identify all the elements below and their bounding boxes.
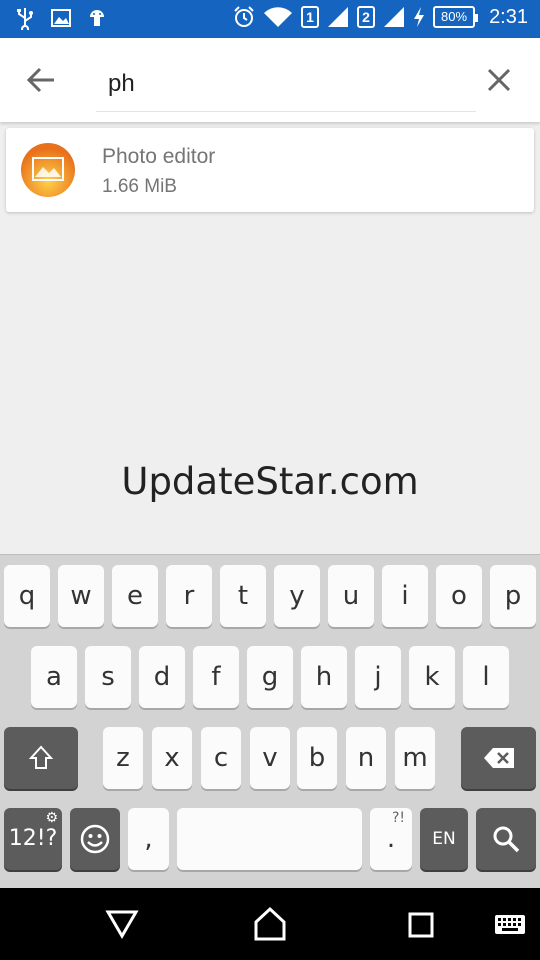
period-key[interactable]: ?! .: [370, 808, 412, 870]
symbols-key[interactable]: ⚙ 12!?: [4, 808, 62, 870]
gear-icon: ⚙: [45, 810, 58, 826]
photo-editor-icon: [20, 141, 76, 199]
search-bar: [0, 38, 540, 122]
wifi-icon: [263, 5, 293, 29]
emoji-key[interactable]: [70, 808, 120, 870]
key-b[interactable]: b: [297, 727, 337, 789]
close-icon: [487, 68, 511, 92]
key-x[interactable]: x: [152, 727, 192, 789]
home-icon: [254, 906, 286, 941]
sim2-badge: 2: [357, 6, 376, 28]
image-notification-icon: [50, 6, 72, 30]
key-v[interactable]: v: [250, 727, 290, 789]
signal-sim2-icon: [383, 5, 405, 29]
keyboard-icon: [495, 915, 525, 934]
triangle-back-icon: [105, 910, 139, 939]
key-l[interactable]: l: [463, 646, 509, 708]
clock: 2:31: [489, 5, 528, 28]
key-p[interactable]: p: [490, 565, 536, 627]
key-o[interactable]: o: [436, 565, 482, 627]
battery-indicator: 80%: [433, 6, 479, 28]
key-z[interactable]: z: [103, 727, 143, 789]
alarm-icon: [233, 5, 255, 29]
key-n[interactable]: n: [346, 727, 386, 789]
key-q[interactable]: q: [4, 565, 50, 627]
key-e[interactable]: e: [112, 565, 158, 627]
key-m[interactable]: m: [395, 727, 435, 789]
key-a[interactable]: a: [31, 646, 77, 708]
search-icon: [493, 826, 520, 853]
app-size: 1.66 MiB: [102, 176, 177, 197]
language-key[interactable]: EN: [420, 808, 468, 870]
back-button[interactable]: [24, 60, 60, 100]
key-y[interactable]: y: [274, 565, 320, 627]
nav-back-button[interactable]: [102, 906, 142, 942]
nav-recents-button[interactable]: [401, 906, 441, 942]
key-d[interactable]: d: [139, 646, 185, 708]
key-r[interactable]: r: [166, 565, 212, 627]
shift-key[interactable]: [4, 727, 78, 789]
key-i[interactable]: i: [382, 565, 428, 627]
usb-icon: [14, 6, 36, 33]
status-bar: 1 2 80% 2:31: [0, 0, 540, 38]
search-result-item[interactable]: Photo editor 1.66 MiB: [6, 128, 534, 212]
key-u[interactable]: u: [328, 565, 374, 627]
key-c[interactable]: c: [201, 727, 241, 789]
search-key[interactable]: [476, 808, 536, 870]
key-s[interactable]: s: [85, 646, 131, 708]
backspace-key[interactable]: [461, 727, 536, 789]
comma-key[interactable]: ,: [128, 808, 169, 870]
keyboard-switch-button[interactable]: [492, 906, 528, 942]
app-name: Photo editor: [102, 145, 216, 168]
key-f[interactable]: f: [193, 646, 239, 708]
navigation-bar: [0, 888, 540, 960]
clear-search-button[interactable]: [482, 62, 516, 98]
emoji-icon: [80, 824, 110, 854]
key-g[interactable]: g: [247, 646, 293, 708]
search-input[interactable]: [96, 56, 476, 112]
charging-icon: [413, 5, 425, 29]
space-key[interactable]: [177, 808, 362, 870]
watermark: UpdateStar.com: [121, 460, 419, 503]
arrow-left-icon: [26, 67, 54, 93]
key-j[interactable]: j: [355, 646, 401, 708]
android-icon: [86, 6, 108, 30]
nav-home-button[interactable]: [250, 906, 290, 942]
soft-keyboard: q w e r t y u i o p a s d f g h j k l z …: [0, 554, 540, 888]
square-recents-icon: [408, 912, 434, 938]
signal-sim1-icon: [327, 5, 349, 29]
key-h[interactable]: h: [301, 646, 347, 708]
key-k[interactable]: k: [409, 646, 455, 708]
key-w[interactable]: w: [58, 565, 104, 627]
sim1-badge: 1: [301, 6, 320, 28]
key-t[interactable]: t: [220, 565, 266, 627]
shift-icon: [29, 745, 53, 769]
backspace-icon: [483, 748, 514, 768]
